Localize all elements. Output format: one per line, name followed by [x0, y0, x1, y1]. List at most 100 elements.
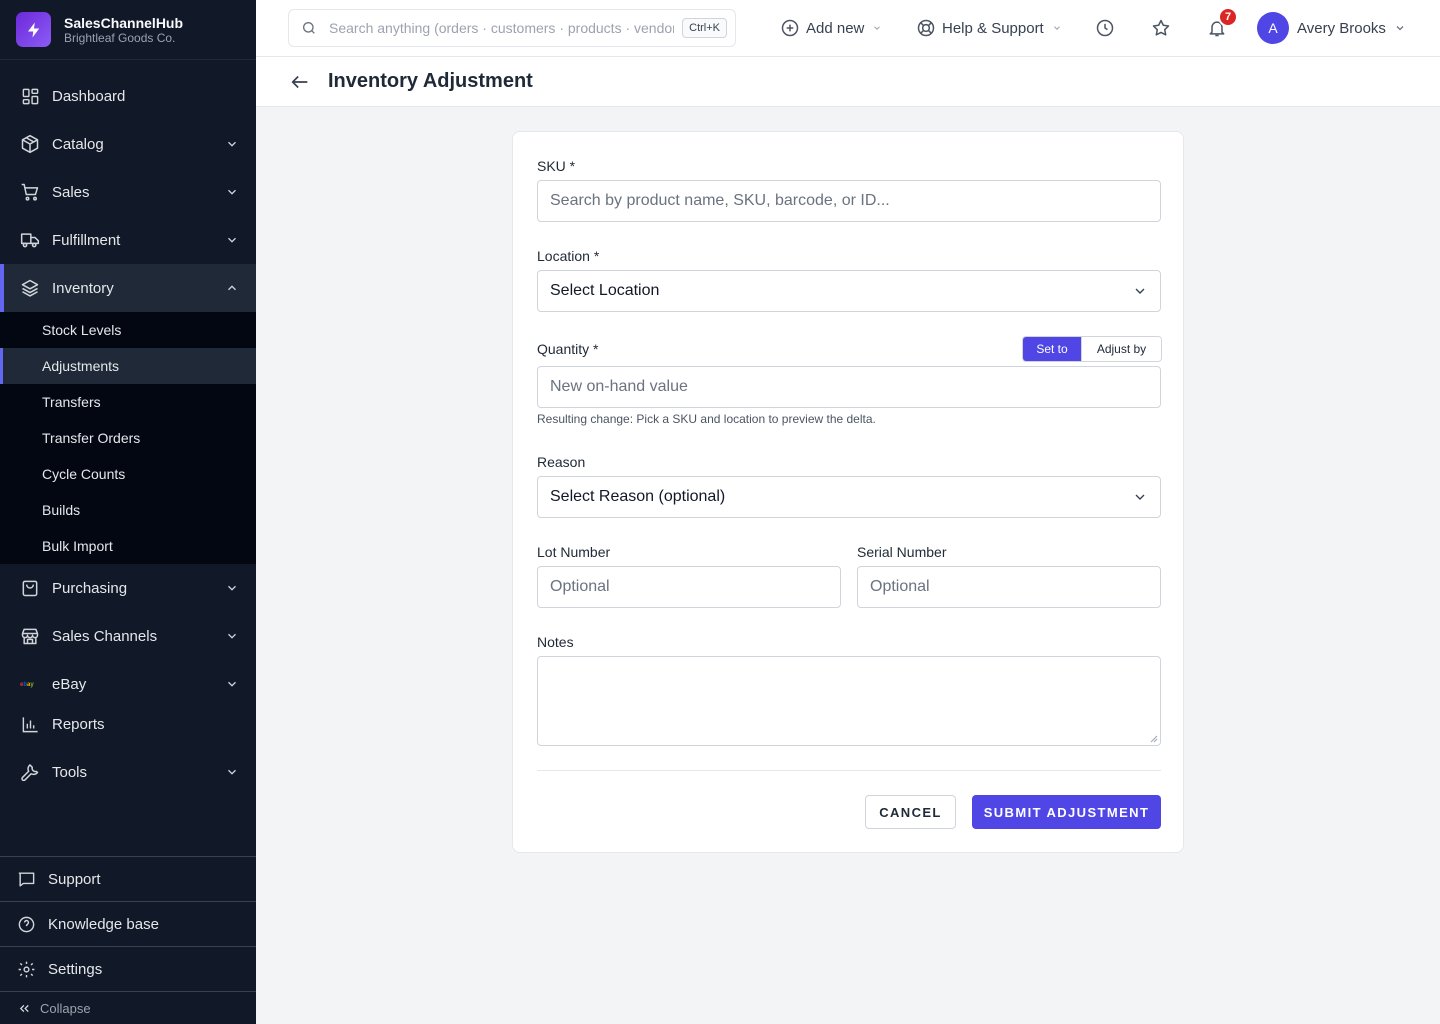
mode-set-to-button[interactable]: Set to	[1023, 337, 1081, 361]
serial-number-input[interactable]	[870, 578, 1148, 596]
brand[interactable]: SalesChannelHub Brightleaf Goods Co.	[0, 0, 256, 60]
mode-adjust-by-button[interactable]: Adjust by	[1081, 337, 1161, 361]
sidebar-item-label: Inventory	[52, 279, 114, 297]
collapse-sidebar-button[interactable]: Collapse	[0, 991, 256, 1024]
add-new-button[interactable]: Add new	[780, 16, 882, 40]
form-divider	[537, 770, 1161, 771]
quantity-helper-text: Resulting change: Pick a SKU and locatio…	[537, 412, 876, 426]
chevron-down-icon	[1394, 22, 1406, 34]
double-chevron-left-icon	[16, 1000, 32, 1016]
sidebar-item-support[interactable]: Support	[0, 856, 256, 901]
sidebar-item-ebay[interactable]: ebay eBay	[0, 660, 256, 708]
help-support-button[interactable]: Help & Support	[916, 16, 1062, 40]
sidebar-item-label: Sales Channels	[52, 627, 158, 645]
sidebar-item-label: Fulfillment	[52, 231, 121, 249]
subnav-item-adjustments[interactable]: Adjustments	[0, 348, 256, 384]
sidebar-item-fulfillment[interactable]: Fulfillment	[0, 216, 256, 264]
sidebar-item-label: Reports	[52, 715, 105, 733]
sidebar-item-sales-channels[interactable]: Sales Channels	[0, 612, 256, 660]
quantity-label: Quantity *	[537, 341, 599, 357]
main-nav: Dashboard Catalog Sales Fulfillment Inve…	[0, 72, 256, 796]
quantity-field[interactable]	[537, 366, 1161, 408]
sku-input[interactable]	[550, 192, 1148, 210]
cancel-button[interactable]: CANCEL	[865, 795, 956, 829]
sidebar-item-catalog[interactable]: Catalog	[0, 120, 256, 168]
subnav-item-cycle-counts[interactable]: Cycle Counts	[0, 456, 256, 492]
resize-handle-icon[interactable]	[1148, 733, 1158, 743]
subnav-item-bulk-import[interactable]: Bulk Import	[0, 528, 256, 564]
sidebar-item-label: eBay	[52, 675, 87, 693]
global-search[interactable]: Ctrl+K	[288, 9, 736, 47]
page-header: Inventory Adjustment	[256, 57, 1440, 107]
notes-label: Notes	[537, 634, 574, 650]
chevron-down-icon	[224, 136, 240, 152]
sidebar-item-tools[interactable]: Tools	[0, 748, 256, 796]
reason-select-value: Select Reason (optional)	[550, 488, 726, 505]
search-icon	[301, 20, 317, 36]
topbar: Ctrl+K Add new Help & Support 7 A Avery …	[256, 0, 1440, 57]
sku-field[interactable]	[537, 180, 1161, 222]
clock-icon	[1095, 18, 1115, 38]
chevron-down-icon	[1052, 23, 1062, 33]
sidebar-footer: Support Knowledge base Settings Collapse	[0, 856, 256, 1024]
star-icon	[1151, 18, 1171, 38]
sidebar-item-label: Tools	[52, 763, 88, 781]
sidebar-item-sales[interactable]: Sales	[0, 168, 256, 216]
search-input[interactable]	[329, 20, 675, 36]
sidebar-item-settings[interactable]: Settings	[0, 946, 256, 991]
lot-number-field[interactable]	[537, 566, 841, 608]
quantity-input[interactable]	[550, 378, 1148, 396]
quantity-mode-toggle: Set to Adjust by	[1022, 336, 1162, 362]
subnav-item-builds[interactable]: Builds	[0, 492, 256, 528]
layers-icon	[20, 278, 40, 298]
notes-textarea[interactable]	[550, 667, 1148, 737]
reason-select[interactable]: Select Reason (optional)	[537, 476, 1161, 518]
dashboard-icon	[20, 86, 40, 106]
sidebar-item-label: Purchasing	[52, 579, 128, 597]
chevron-down-icon	[224, 184, 240, 200]
plus-circle-icon	[780, 18, 800, 38]
user-menu[interactable]: A Avery Brooks	[1257, 12, 1406, 44]
search-shortcut: Ctrl+K	[682, 18, 727, 38]
submit-adjustment-button[interactable]: SUBMIT ADJUSTMENT	[972, 795, 1161, 829]
chevron-down-icon	[1132, 489, 1148, 505]
chevron-down-icon	[1132, 283, 1148, 299]
back-arrow-icon[interactable]	[288, 70, 312, 94]
notification-count-badge: 7	[1218, 7, 1238, 27]
truck-icon	[20, 230, 40, 250]
serial-number-field[interactable]	[857, 566, 1161, 608]
favorites-button[interactable]	[1151, 16, 1171, 40]
adjustment-form-card: SKU * Location * Select Location Quantit…	[512, 131, 1184, 853]
wrench-icon	[20, 762, 40, 782]
sku-label: SKU *	[537, 158, 576, 174]
lot-number-input[interactable]	[550, 578, 828, 596]
subnav-item-transfer-orders[interactable]: Transfer Orders	[0, 420, 256, 456]
add-new-label: Add new	[806, 19, 865, 37]
app-name: SalesChannelHub	[64, 14, 184, 31]
chevron-down-icon	[224, 580, 240, 596]
chevron-down-icon	[224, 628, 240, 644]
location-select[interactable]: Select Location	[537, 270, 1161, 312]
sidebar-item-reports[interactable]: Reports	[0, 708, 256, 740]
notifications-button[interactable]: 7	[1207, 7, 1238, 40]
svg-text:ebay: ebay	[20, 682, 34, 688]
cart-icon	[20, 182, 40, 202]
sidebar-item-label: Knowledge base	[48, 915, 159, 933]
subnav-item-transfers[interactable]: Transfers	[0, 384, 256, 420]
sidebar-item-purchasing[interactable]: Purchasing	[0, 564, 256, 612]
store-icon	[20, 626, 40, 646]
box-icon	[20, 134, 40, 154]
chat-icon	[16, 869, 36, 889]
history-button[interactable]	[1095, 16, 1115, 40]
subnav-item-stock-levels[interactable]: Stock Levels	[0, 312, 256, 348]
sidebar-item-label: Support	[48, 870, 101, 888]
sidebar-item-knowledge-base[interactable]: Knowledge base	[0, 901, 256, 946]
sidebar-item-inventory[interactable]: Inventory	[0, 264, 256, 312]
location-label: Location *	[537, 248, 600, 264]
sidebar-item-dashboard[interactable]: Dashboard	[0, 72, 256, 120]
serial-number-label: Serial Number	[857, 544, 947, 560]
lightning-logo-icon	[16, 12, 51, 47]
page-title: Inventory Adjustment	[328, 70, 533, 92]
lot-number-label: Lot Number	[537, 544, 611, 560]
notes-field[interactable]	[537, 656, 1161, 746]
